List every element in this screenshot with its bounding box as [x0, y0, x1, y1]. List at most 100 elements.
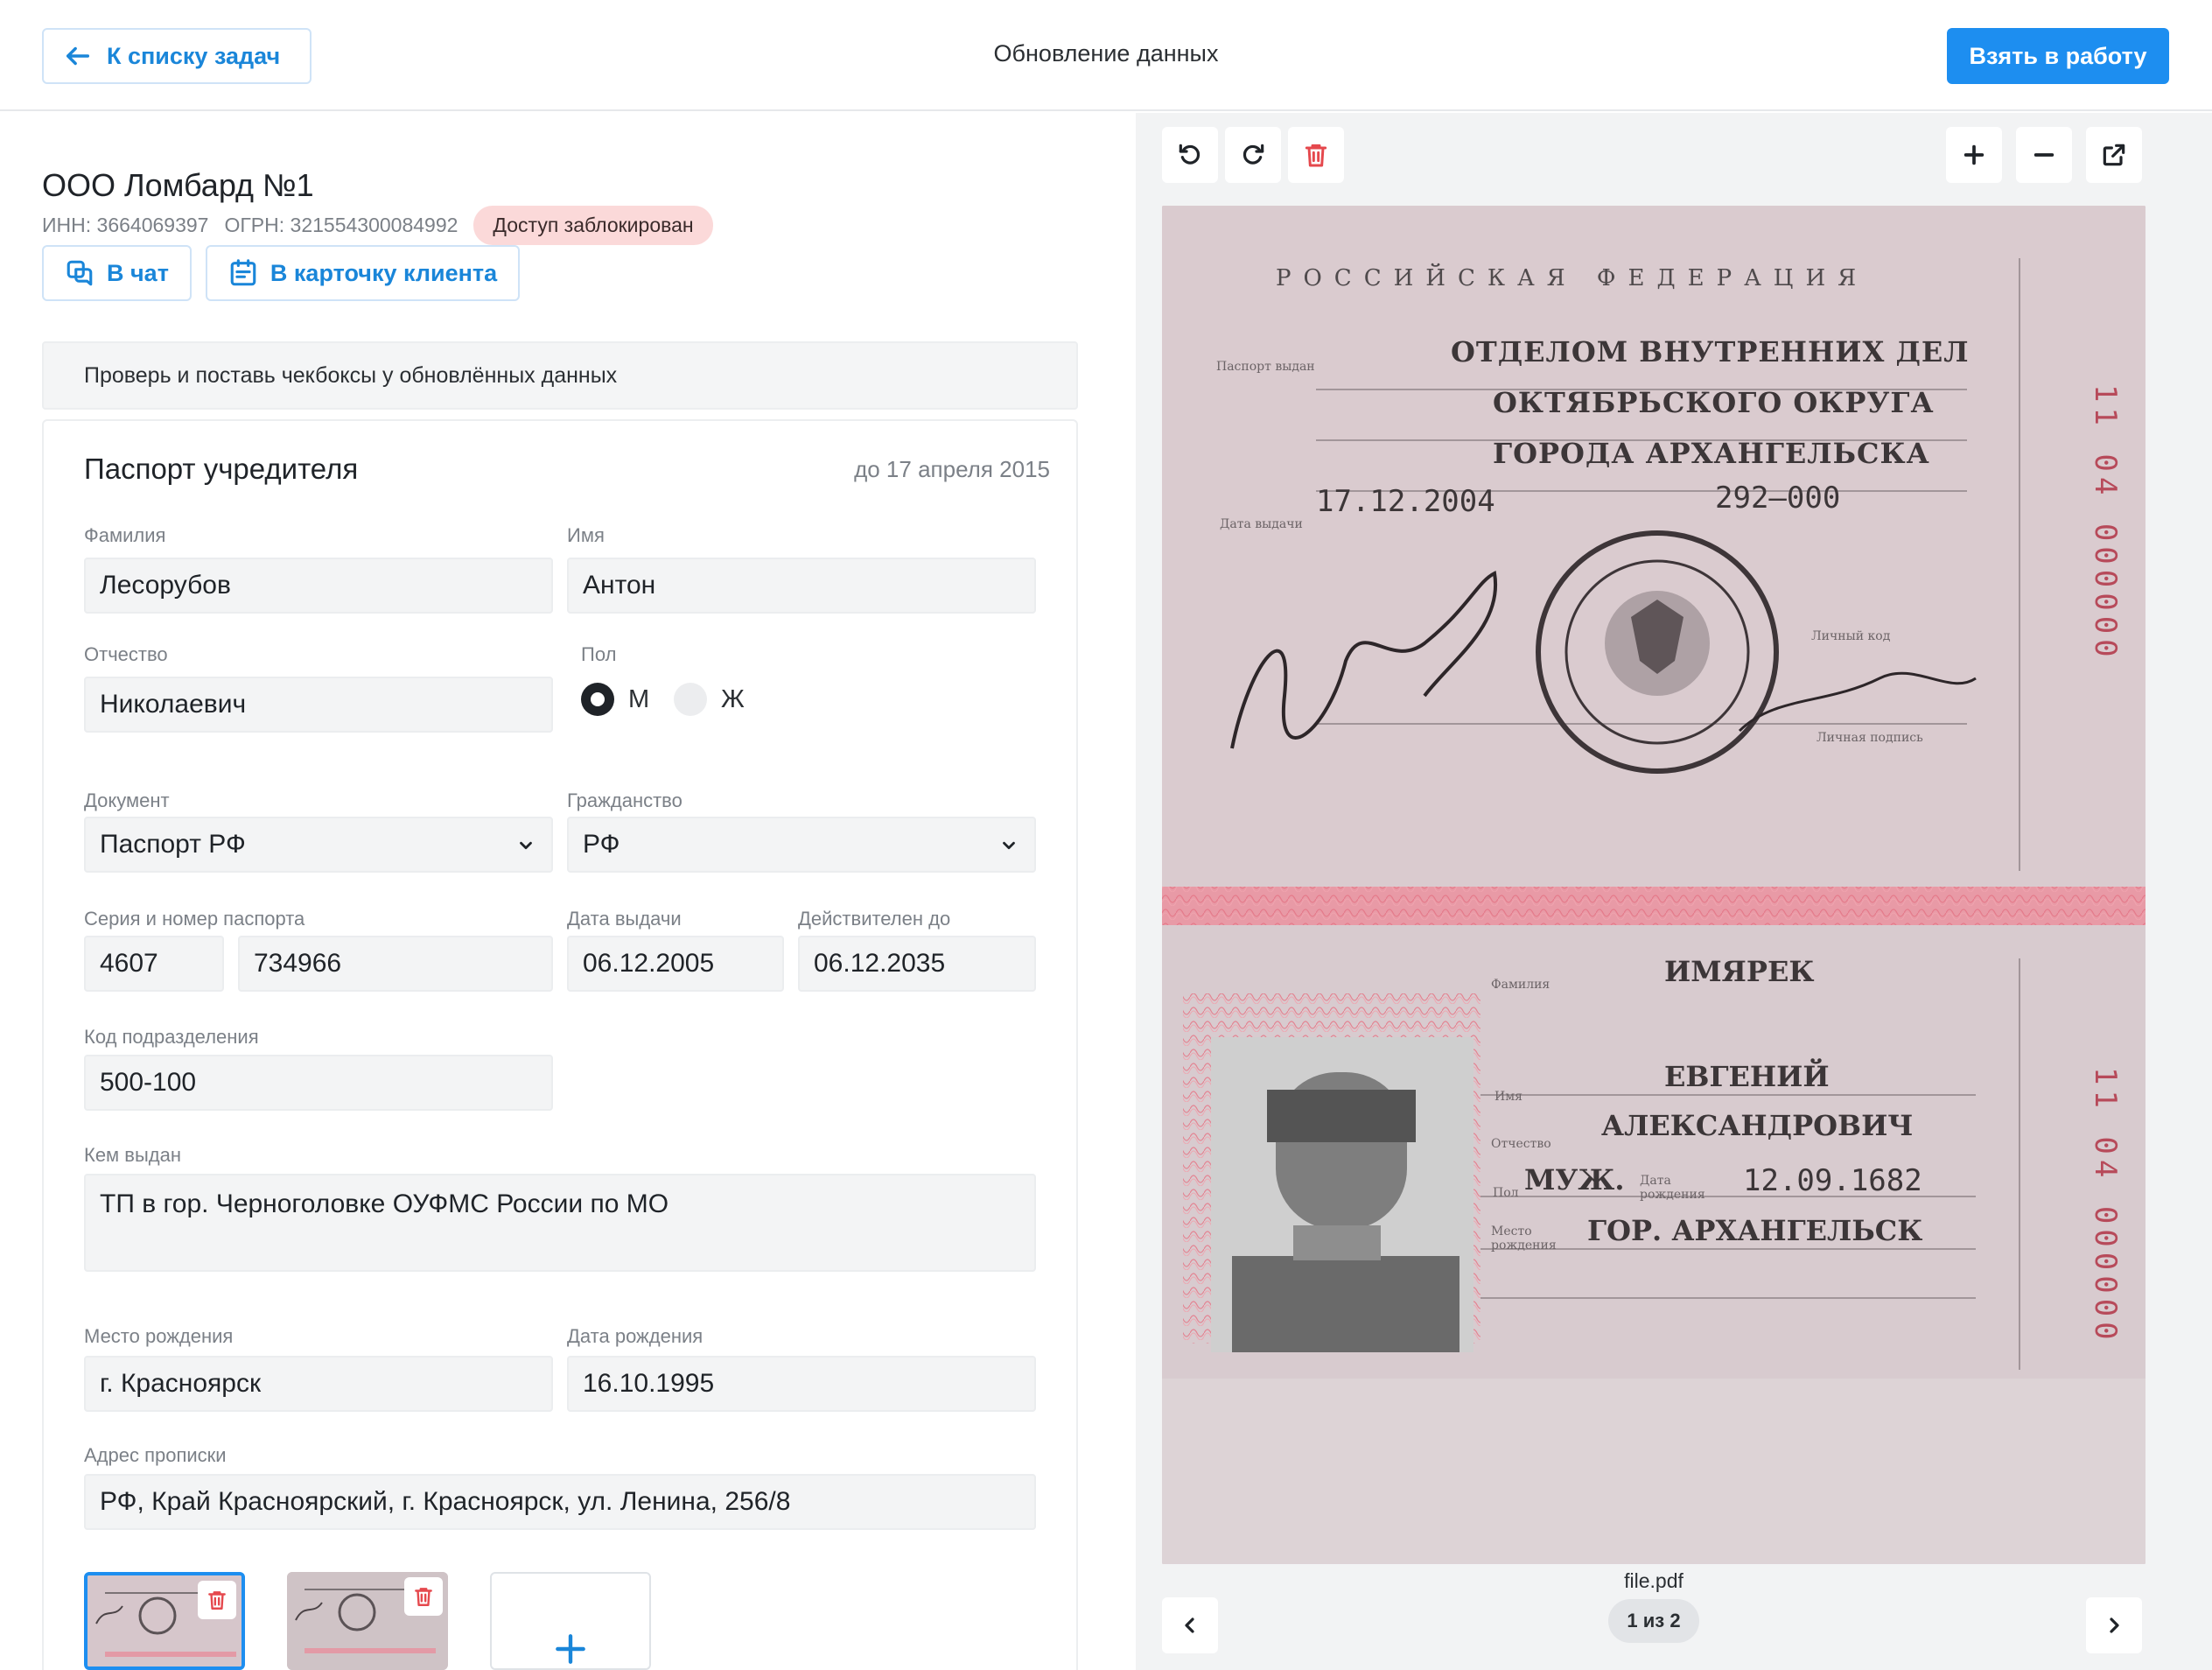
document-select-value: Паспорт РФ — [100, 830, 246, 859]
address-input[interactable]: РФ, Край Красноярский, г. Красноярск, ул… — [84, 1474, 1036, 1530]
next-page-button[interactable] — [2086, 1597, 2142, 1653]
open-external-button[interactable] — [2086, 127, 2142, 183]
gender-female-radio[interactable]: Ж — [674, 683, 745, 716]
client-card-button-label: В карточку клиента — [270, 259, 498, 286]
scan-dept-code: 292–000 — [1715, 481, 1841, 516]
inn-text: ИНН: 3664069397 — [42, 214, 209, 236]
name-label: Имя — [567, 524, 605, 546]
scan-surname: ИМЯРЕК — [1664, 955, 1815, 988]
scan-name-caption: Имя — [1494, 1090, 1522, 1104]
valid-until-label: Действителен до — [798, 908, 951, 930]
birthdate-input[interactable]: 16.10.1995 — [567, 1356, 1036, 1412]
delete-thumbnail-button[interactable] — [198, 1581, 236, 1619]
radio-unselected-icon — [674, 683, 707, 716]
issue-date-input[interactable]: 06.12.2005 — [567, 936, 784, 992]
scan-serial-bottom: 11 04 000000 — [2088, 1067, 2123, 1345]
scan-issue-date: 17.12.2004 — [1316, 484, 1495, 519]
scan-birthdate-caption: Дата рождения — [1640, 1174, 1705, 1202]
document-select[interactable]: Паспорт РФ — [84, 817, 553, 873]
issuer-textarea[interactable]: ТП в гор. Черноголовке ОУФМС России по М… — [84, 1174, 1036, 1272]
scan-issued-line1: ОТДЕЛОМ ВНУТРЕННИХ ДЕЛ — [1451, 335, 1970, 368]
birthplace-input[interactable]: г. Красноярск — [84, 1356, 553, 1412]
take-to-work-button[interactable]: Взять в работу — [1947, 28, 2169, 84]
scan-birthplace: ГОР. АРХАНГЕЛЬСК — [1587, 1214, 1923, 1247]
scan-personal-code-caption: Личный код — [1811, 629, 1891, 643]
delete-thumbnail-button[interactable] — [404, 1577, 443, 1616]
scan-thumbnail[interactable] — [84, 1572, 245, 1670]
series-number-label: Серия и номер паспорта — [84, 908, 305, 930]
chevron-down-icon — [1003, 841, 1015, 850]
client-card-button[interactable]: В карточку клиента — [205, 245, 521, 301]
minus-icon — [2034, 153, 2054, 157]
document-viewer: РОССИЙСКАЯ ФЕДЕРАЦИЯ Паспорт выдан ОТДЕЛ… — [1136, 113, 2212, 1670]
rotate-right-icon — [1242, 144, 1264, 165]
gender-label: Пол — [581, 643, 617, 665]
plus-icon — [556, 1634, 585, 1664]
surname-input[interactable]: Лесорубов — [84, 558, 553, 614]
instruction-banner: Проверь и поставь чекбоксы у обновлённых… — [42, 341, 1078, 410]
client-actions: В чат В карточку клиента — [42, 245, 521, 301]
chat-button-label: В чат — [107, 259, 169, 286]
chevron-right-icon — [2110, 1617, 2119, 1633]
scan-thumbnail[interactable] — [287, 1572, 448, 1670]
passport-series-input[interactable]: 4607 — [84, 936, 224, 992]
gender-male-radio[interactable]: М — [581, 683, 649, 716]
issuer-label: Кем выдан — [84, 1144, 182, 1166]
trash-icon — [415, 1588, 432, 1606]
citizenship-label: Гражданство — [567, 789, 682, 811]
trash-icon — [208, 1591, 226, 1610]
card-due-date: до 17 апреля 2015 — [854, 456, 1050, 482]
scan-birthplace-caption: Место рождения — [1491, 1224, 1557, 1252]
scan-patronymic: АЛЕКСАНДРОВИЧ — [1601, 1109, 1914, 1142]
scan-issued-by-caption: Паспорт выдан — [1216, 360, 1315, 374]
name-input[interactable]: Антон — [567, 558, 1036, 614]
citizenship-select[interactable]: РФ — [567, 817, 1036, 873]
valid-until-input[interactable]: 06.12.2035 — [798, 936, 1036, 992]
birthdate-label: Дата рождения — [567, 1325, 704, 1347]
gender-male-label: М — [628, 684, 650, 713]
patronymic-input[interactable]: Николаевич — [84, 677, 553, 733]
company-meta: ИНН: 3664069397 ОГРН: 321554300084992 До… — [42, 206, 713, 245]
left-panel: ООО Ломбард №1 ИНН: 3664069397 ОГРН: 321… — [0, 113, 1136, 1670]
radio-selected-icon — [581, 683, 614, 716]
citizenship-select-value: РФ — [583, 830, 620, 859]
issue-date-label: Дата выдачи — [567, 908, 682, 930]
chat-button[interactable]: В чат — [42, 245, 192, 301]
id-card-icon — [230, 259, 256, 286]
scan-surname-caption: Фамилия — [1491, 978, 1550, 992]
zoom-out-button[interactable] — [2016, 127, 2072, 183]
scan-sex-caption: Пол — [1493, 1186, 1519, 1200]
chevron-down-icon — [520, 841, 532, 850]
division-code-input[interactable]: 500-100 — [84, 1055, 553, 1111]
rotate-right-button[interactable] — [1225, 127, 1281, 183]
plus-icon — [1964, 144, 1984, 165]
scan-patronymic-caption: Отчество — [1491, 1137, 1551, 1151]
company-name: ООО Ломбард №1 — [42, 167, 314, 203]
file-name: file.pdf — [1624, 1569, 1684, 1592]
gender-female-label: Ж — [721, 684, 745, 713]
page-indicator: 1 из 2 — [1608, 1599, 1699, 1643]
passport-number-input[interactable]: 734966 — [238, 936, 553, 992]
add-scan-button[interactable] — [490, 1572, 651, 1670]
card-title: Паспорт учредителя — [84, 453, 359, 485]
prev-page-button[interactable] — [1162, 1597, 1218, 1653]
zoom-in-button[interactable] — [1946, 127, 2002, 183]
top-bar: К списку задач Обновление данных Взять в… — [0, 0, 2212, 111]
chat-icon — [66, 260, 93, 286]
scan-name: ЕВГЕНИЙ — [1664, 1060, 1830, 1093]
page-title: Обновление данных — [993, 40, 1219, 67]
scan-birthdate: 12.09.1682 — [1743, 1163, 1922, 1198]
scan-serial-top: 11 04 000000 — [2088, 384, 2123, 663]
division-code-label: Код подразделения — [84, 1026, 259, 1048]
rotate-left-icon — [1179, 144, 1200, 165]
scan-personal-sign-caption: Личная подпись — [1816, 731, 1923, 745]
scan-issued-line2: ОКТЯБРЬСКОГО ОКРУГА — [1493, 386, 1935, 419]
chevron-left-icon — [1185, 1617, 1194, 1633]
surname-label: Фамилия — [84, 524, 166, 546]
status-badge: Доступ заблокирован — [473, 206, 713, 245]
trash-icon — [1305, 144, 1327, 167]
patronymic-label: Отчество — [84, 643, 168, 665]
rotate-left-button[interactable] — [1162, 127, 1218, 183]
document-label: Документ — [84, 789, 170, 811]
delete-page-button[interactable] — [1288, 127, 1344, 183]
